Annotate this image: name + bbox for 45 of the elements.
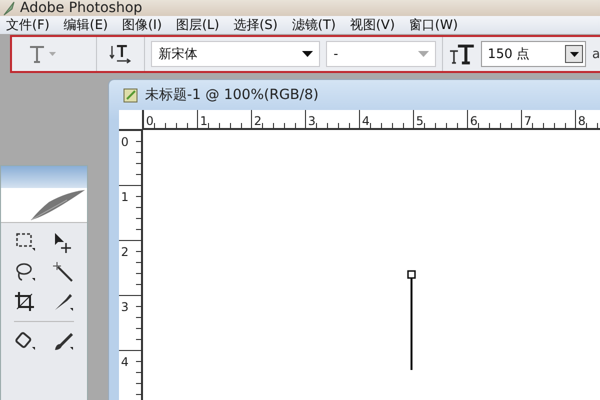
ruler-label: 2 xyxy=(253,114,262,128)
partial-label: a xyxy=(592,46,600,62)
menu-item[interactable]: 编辑(E) xyxy=(58,16,116,34)
ruler-label: 4 xyxy=(361,114,370,128)
menu-item[interactable]: 视图(V) xyxy=(344,16,403,34)
move-icon[interactable] xyxy=(52,231,74,253)
ruler-label: 0 xyxy=(120,135,129,149)
menu-item[interactable]: 窗口(W) xyxy=(402,16,466,34)
ruler-label: 3 xyxy=(120,300,129,314)
font-size-icon xyxy=(448,43,475,65)
marquee-icon[interactable] xyxy=(14,231,36,253)
document-icon xyxy=(123,87,139,103)
caret-icon xyxy=(302,51,314,57)
menu-item[interactable]: 图层(L) xyxy=(170,16,228,34)
ruler-label: 2 xyxy=(120,245,129,259)
feather-icon xyxy=(2,0,16,16)
ruler-label: 1 xyxy=(199,114,208,128)
menu-item[interactable]: 滤镜(T) xyxy=(286,16,344,34)
ruler-label: 1 xyxy=(120,190,129,204)
text-orientation-icon[interactable] xyxy=(108,43,132,65)
ruler-label: 5 xyxy=(415,114,424,128)
magic-wand-icon[interactable] xyxy=(52,261,74,283)
ruler-label: 7 xyxy=(523,114,532,128)
crop-icon[interactable] xyxy=(14,291,36,313)
menu-item[interactable]: 文件(F) xyxy=(0,16,58,34)
window-title: Adobe Photoshop xyxy=(20,0,142,16)
font-family-dropdown[interactable]: 新宋体 xyxy=(151,41,320,67)
caret-icon xyxy=(49,52,56,56)
caret-icon xyxy=(418,51,429,57)
brush-icon[interactable] xyxy=(52,330,74,352)
document-title: 未标题-1 @ 100%(RGB/8) xyxy=(145,86,319,104)
ruler-label: 8 xyxy=(577,114,586,128)
font-size-field[interactable]: 150 点 xyxy=(480,41,586,67)
healing-brush-icon[interactable] xyxy=(14,330,36,352)
ruler-label: 0 xyxy=(145,114,154,128)
lasso-icon[interactable] xyxy=(14,261,36,283)
ruler-label: 4 xyxy=(120,355,129,369)
text-cursor-icon xyxy=(407,270,417,370)
ruler-label: 6 xyxy=(469,114,478,128)
menu-item[interactable]: 选择(S) xyxy=(227,16,286,34)
caret-icon xyxy=(570,52,579,56)
text-tool-icon xyxy=(28,44,46,64)
menu-item[interactable]: 图像(I) xyxy=(116,16,170,34)
font-style-dropdown[interactable]: - xyxy=(326,41,436,67)
ruler-label: 3 xyxy=(307,114,316,128)
